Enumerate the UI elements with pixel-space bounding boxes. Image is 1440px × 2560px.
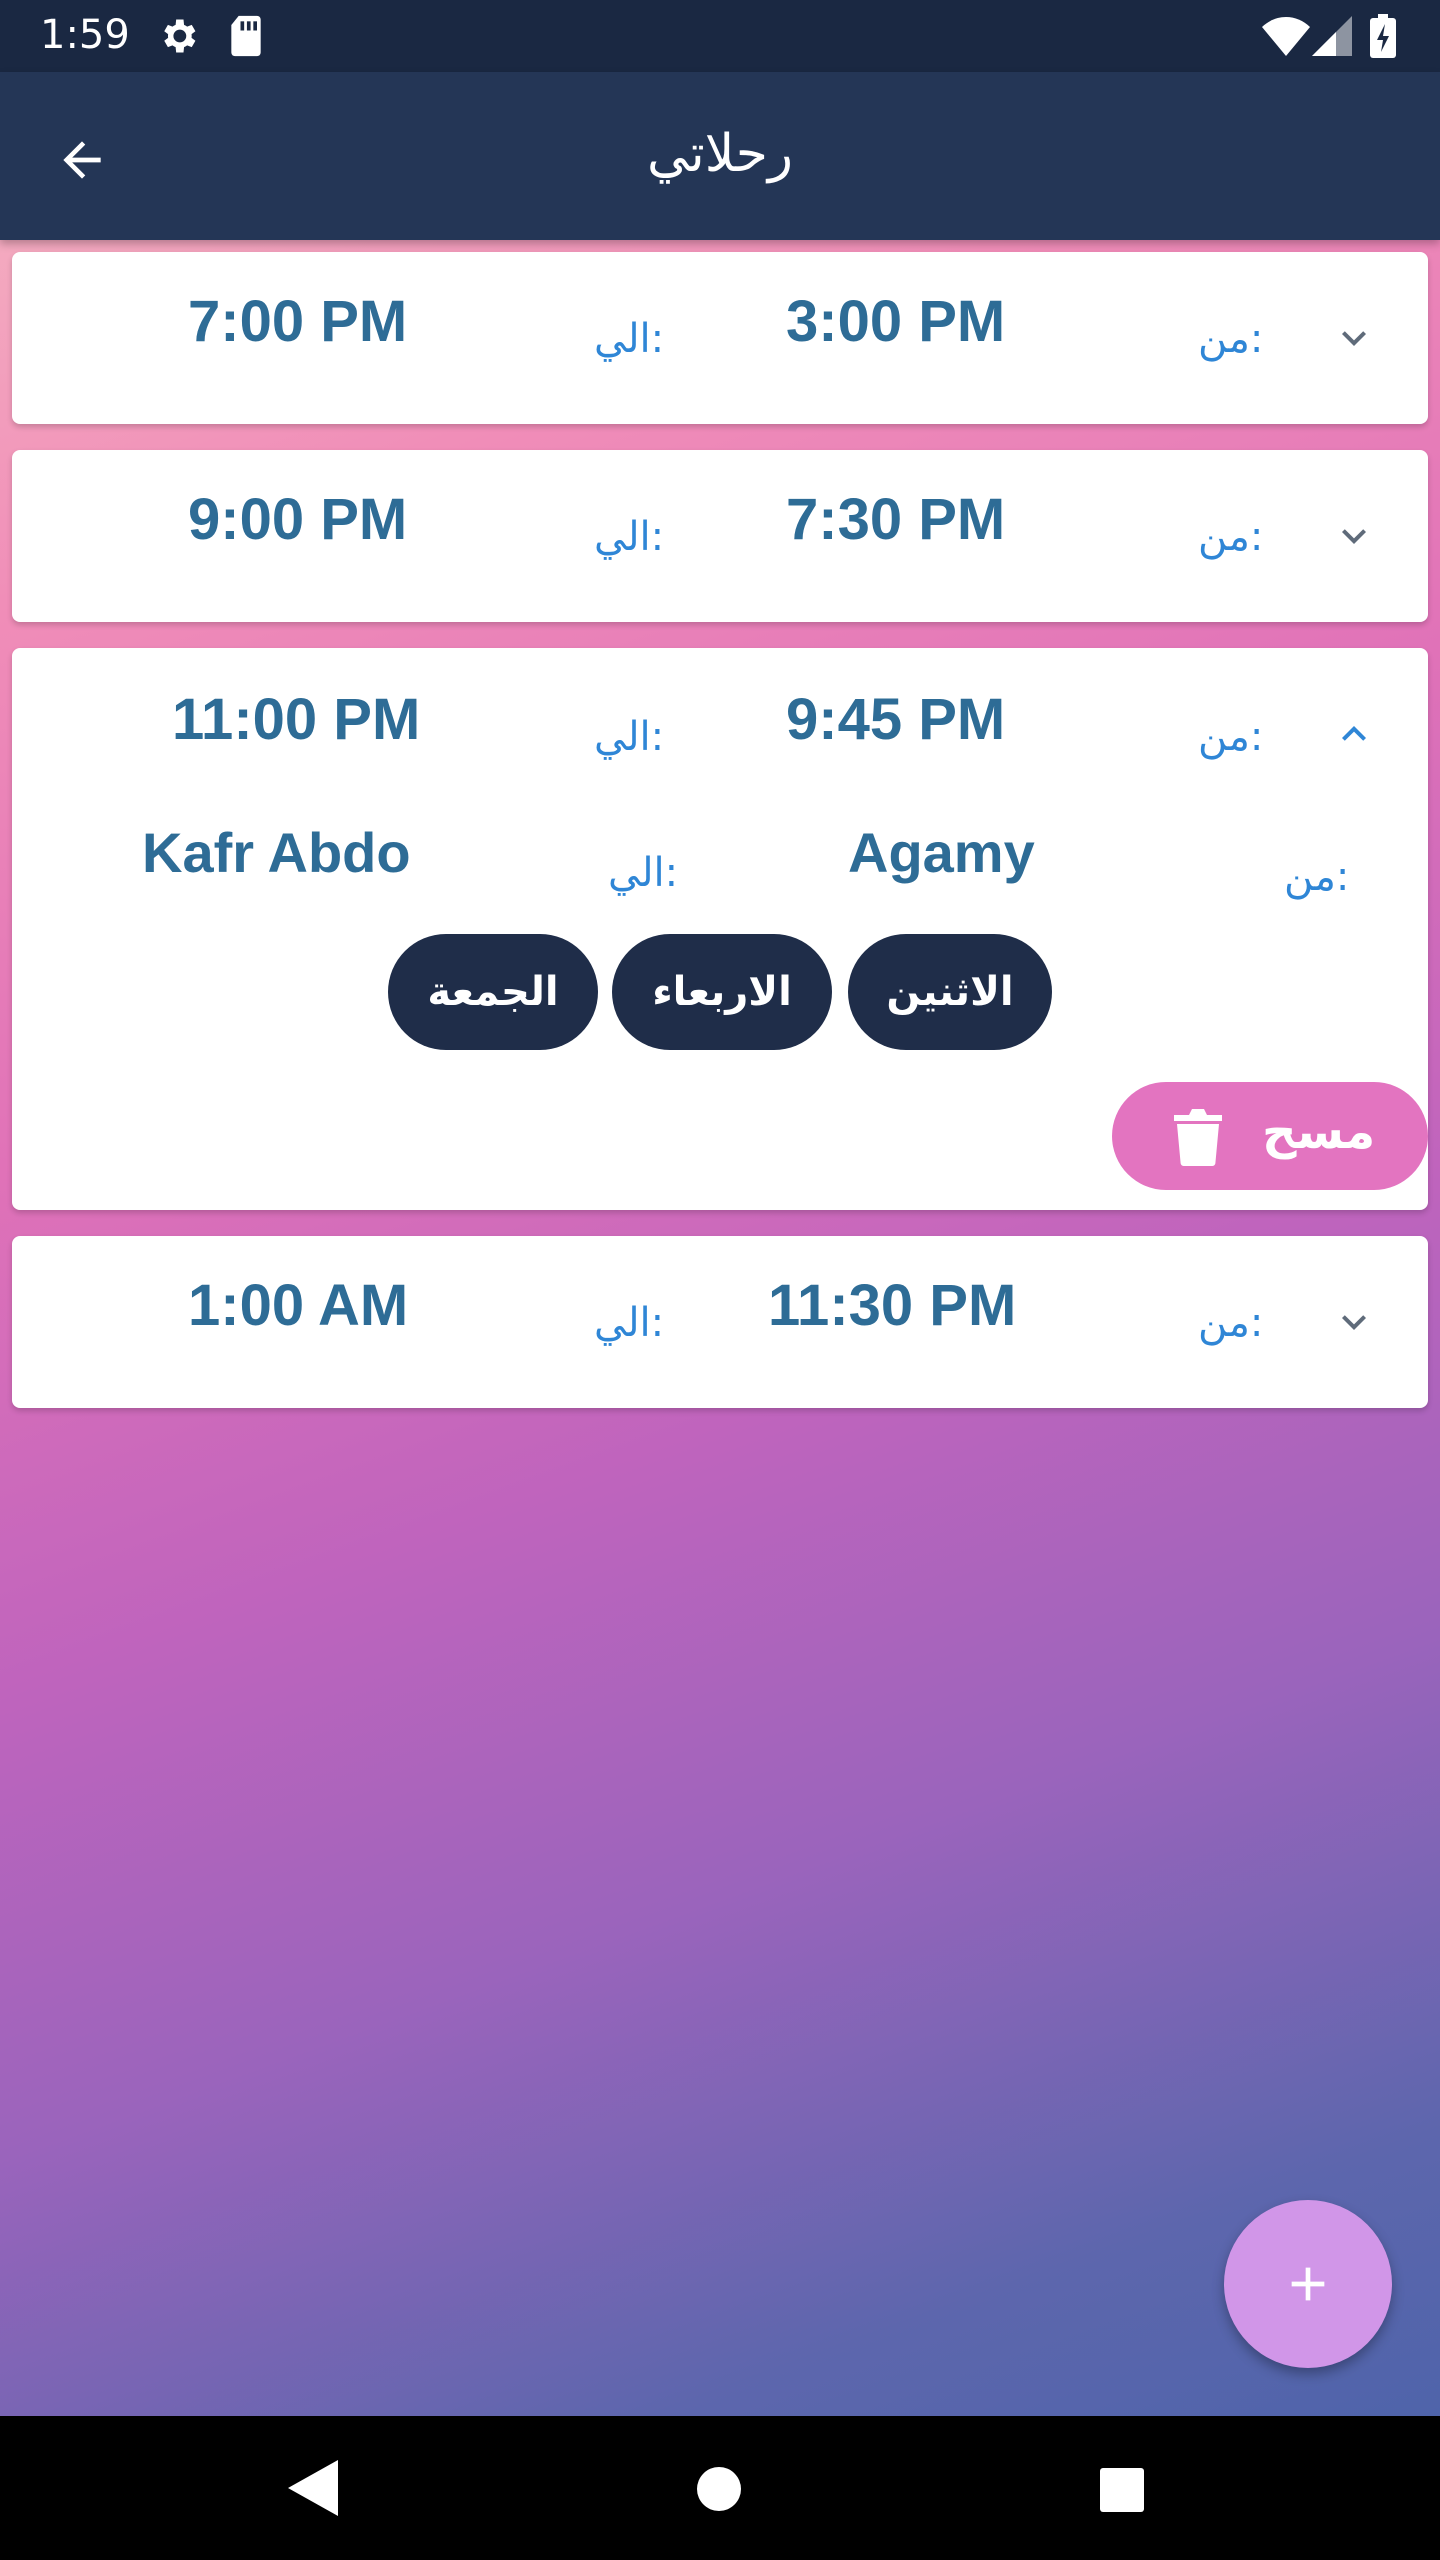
from-time: 3:00 PM <box>786 289 1006 354</box>
chevron-down-icon <box>1342 1315 1366 1330</box>
nav-back-button[interactable] <box>288 2460 338 2520</box>
from-time: 9:45 PM <box>786 687 1006 752</box>
app-bar: رحلاتي <box>0 72 1440 240</box>
day-chip[interactable]: الاثنين <box>848 934 1052 1050</box>
add-trip-button[interactable] <box>1224 2200 1392 2368</box>
expand-button[interactable] <box>1324 308 1384 368</box>
trip-card[interactable]: 1:00 AM الي: 11:30 PM من: <box>12 1236 1428 1408</box>
system-nav-bar <box>0 2416 1440 2560</box>
signal-icon <box>1312 16 1352 60</box>
chevron-up-icon <box>1342 726 1366 741</box>
to-time: 1:00 AM <box>188 1273 409 1338</box>
expand-button[interactable] <box>1324 506 1384 566</box>
to-time: 11:00 PM <box>172 687 421 752</box>
nav-home-button[interactable] <box>696 2466 742 2516</box>
day-chip[interactable]: الاربعاء <box>612 934 832 1050</box>
battery-charging-icon <box>1370 14 1396 62</box>
from-time: 7:30 PM <box>786 487 1006 552</box>
screen: 1:59 رحلاتي 7:00 PM الي: 3:00 PM من: 9:0… <box>0 0 1440 2560</box>
from-label: من: <box>1198 316 1264 362</box>
collapse-button[interactable] <box>1324 704 1384 764</box>
chevron-down-icon <box>1342 331 1366 346</box>
to-time: 9:00 PM <box>188 487 408 552</box>
delete-button[interactable]: مسح <box>1112 1082 1428 1190</box>
to-place: Kafr Abdo <box>142 821 411 884</box>
nav-recents-icon <box>1100 2468 1144 2512</box>
from-label: من: <box>1198 714 1264 760</box>
page-title: رحلاتي <box>646 124 794 184</box>
from-label: من: <box>1284 854 1350 900</box>
nav-recents-button[interactable] <box>1100 2468 1144 2516</box>
to-time: 7:00 PM <box>188 289 408 354</box>
trip-card[interactable]: 9:00 PM الي: 7:30 PM من: <box>12 450 1428 622</box>
plus-icon <box>1291 2267 1325 2301</box>
chevron-down-icon <box>1342 529 1366 544</box>
delete-label: مسح <box>1262 1104 1376 1160</box>
sd-card-icon <box>226 14 266 62</box>
nav-home-icon <box>697 2467 741 2511</box>
day-chip[interactable]: الجمعة <box>388 934 598 1050</box>
from-time: 11:30 PM <box>768 1273 1017 1338</box>
to-label: الي: <box>594 316 665 362</box>
status-time: 1:59 <box>40 12 130 58</box>
gear-icon <box>156 14 200 62</box>
trip-card[interactable]: 7:00 PM الي: 3:00 PM من: <box>12 252 1428 424</box>
expand-button[interactable] <box>1324 1292 1384 1352</box>
to-label: الي: <box>594 514 665 560</box>
from-label: من: <box>1198 1300 1264 1346</box>
from-place: Agamy <box>848 821 1035 884</box>
to-label: الي: <box>608 850 679 896</box>
to-label: الي: <box>594 1300 665 1346</box>
status-bar: 1:59 <box>0 0 1440 72</box>
trash-icon <box>1174 1106 1222 1170</box>
to-label: الي: <box>594 714 665 760</box>
wifi-icon <box>1262 16 1310 60</box>
nav-back-icon <box>288 2460 338 2516</box>
from-label: من: <box>1198 514 1264 560</box>
